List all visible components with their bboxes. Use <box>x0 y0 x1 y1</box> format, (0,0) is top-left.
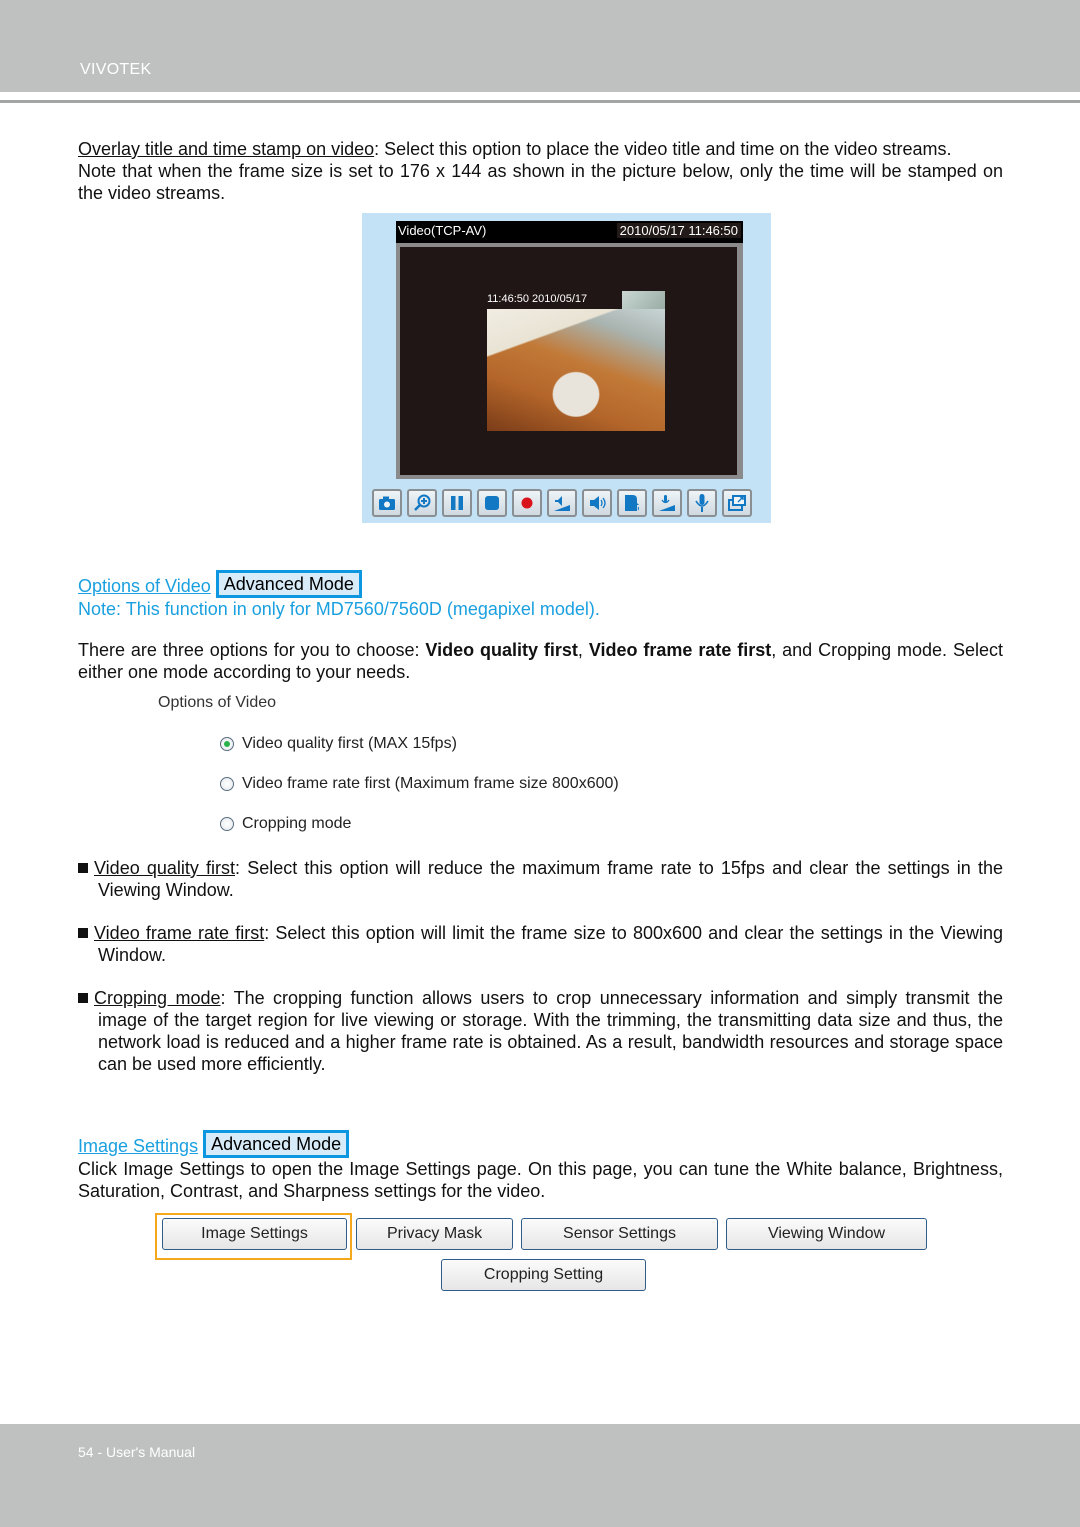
options-heading: Options of Video Advanced Mode Note: Thi… <box>78 570 1003 620</box>
bullet-video-quality: Video quality first: Select this option … <box>78 857 1003 901</box>
page-footer: 54 - User's Manual <box>0 1424 1080 1527</box>
cropping-setting-button[interactable]: Cropping Setting <box>441 1259 646 1291</box>
mute-button[interactable] <box>582 489 612 517</box>
page-number: 54 - User's Manual <box>78 1444 196 1460</box>
radio-checked-icon[interactable] <box>220 737 234 751</box>
talk-icon <box>625 495 639 511</box>
radio-unchecked-icon[interactable] <box>220 777 234 791</box>
video-image <box>487 309 665 431</box>
video-stamp: 11:46:50 2010/05/17 <box>487 293 588 305</box>
image-settings-link[interactable]: Image Settings <box>78 1136 198 1156</box>
radio-video-quality-first[interactable]: Video quality first (MAX 15fps) <box>220 735 457 753</box>
bullet-video-frame-rate: Video frame rate first: Select this opti… <box>78 922 1003 966</box>
volume-icon <box>554 496 570 511</box>
fullscreen-button[interactable] <box>722 489 752 517</box>
overlay-paragraph: Overlay title and time stamp on video: S… <box>78 139 1003 203</box>
video-titlebar: Video(TCP-AV) 2010/05/17 11:46:50 <box>396 221 743 243</box>
viewing-window-button[interactable]: Viewing Window <box>726 1218 927 1250</box>
radio-cropping-mode[interactable]: Cropping mode <box>220 815 351 833</box>
video-image-top <box>622 291 665 311</box>
mic-button[interactable] <box>687 489 717 517</box>
record-icon <box>521 497 533 509</box>
advanced-mode-badge: Advanced Mode <box>215 570 362 598</box>
overlay-term: Overlay title and time stamp on video <box>78 139 375 159</box>
stop-icon <box>485 496 499 510</box>
talk-button[interactable] <box>617 489 647 517</box>
options-of-video-link[interactable]: Options of Video <box>78 576 211 596</box>
bullet-icon <box>78 928 88 938</box>
image-settings-desc: Click Image Settings to open the Image S… <box>78 1159 1003 1201</box>
image-settings-button[interactable]: Image Settings <box>162 1218 347 1250</box>
options-intro: There are three options for you to choos… <box>78 640 1003 682</box>
video-toolbar <box>372 489 752 519</box>
radio-unchecked-icon[interactable] <box>220 817 234 831</box>
options-panel-title: Options of Video <box>158 694 277 711</box>
image-settings-heading: Image Settings Advanced Mode Click Image… <box>78 1130 1003 1202</box>
stop-button[interactable] <box>477 489 507 517</box>
pause-button[interactable] <box>442 489 472 517</box>
video-frame: 11:46:50 2010/05/17 <box>396 243 743 479</box>
zoom-button[interactable] <box>407 489 437 517</box>
brand-logo: VIVOTEK <box>80 61 152 78</box>
fullscreen-icon <box>728 495 746 511</box>
record-button[interactable] <box>512 489 542 517</box>
header-divider <box>0 100 1080 103</box>
privacy-mask-button[interactable]: Privacy Mask <box>356 1218 513 1250</box>
volume-button[interactable] <box>547 489 577 517</box>
camera-icon <box>379 496 395 510</box>
snapshot-button[interactable] <box>372 489 402 517</box>
page-header: VIVOTEK <box>0 0 1080 92</box>
mic-icon <box>695 494 709 512</box>
video-datetime: 2010/05/17 11:46:50 <box>616 223 741 238</box>
overlay-note: Note that when the frame size is set to … <box>78 161 1003 203</box>
bullet-cropping-mode: Cropping mode: The cropping function all… <box>78 987 1003 1075</box>
video-viewer: Video(TCP-AV) 2010/05/17 11:46:50 11:46:… <box>362 213 771 523</box>
mute-icon <box>590 496 606 510</box>
sensor-settings-button[interactable]: Sensor Settings <box>521 1218 718 1250</box>
video-title: Video(TCP-AV) <box>398 223 487 238</box>
pause-icon <box>451 496 463 510</box>
mic-volume-button[interactable] <box>652 489 682 517</box>
radio-video-frame-rate-first[interactable]: Video frame rate first (Maximum frame si… <box>220 775 619 793</box>
advanced-mode-badge: Advanced Mode <box>203 1130 350 1158</box>
bullet-icon <box>78 863 88 873</box>
zoom-in-icon <box>414 494 431 511</box>
mic-volume-icon <box>659 495 675 511</box>
options-note: Note: This function in only for MD7560/7… <box>78 599 600 619</box>
bullet-icon <box>78 993 88 1003</box>
